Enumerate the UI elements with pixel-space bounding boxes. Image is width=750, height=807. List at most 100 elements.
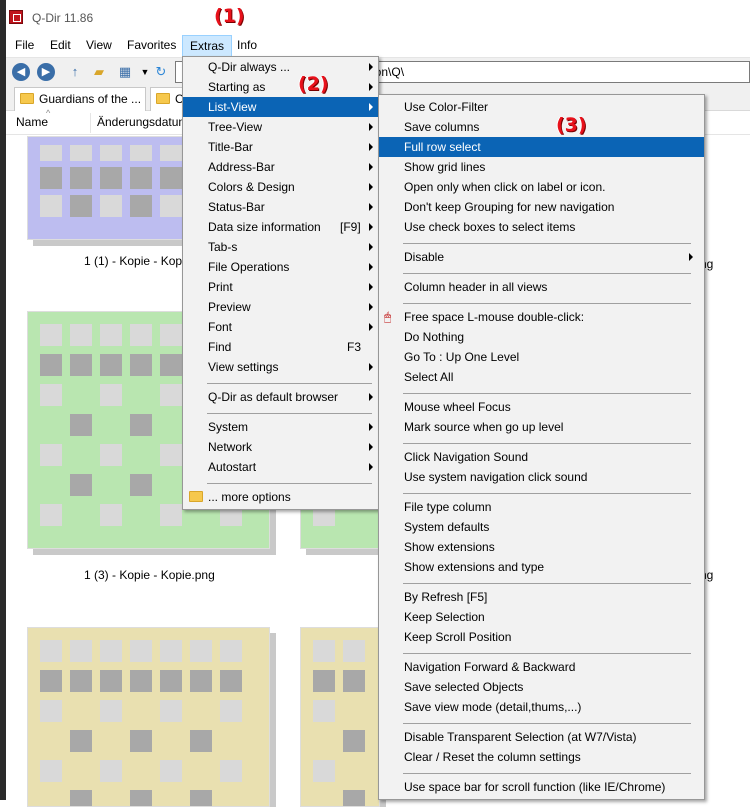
menu-info[interactable]: Info [230, 35, 264, 57]
list-view-submenu: Use Color-Filter Save columns Full row s… [378, 94, 705, 800]
menu-view[interactable]: View [79, 35, 119, 57]
listview-item[interactable]: Show grid lines [379, 157, 704, 177]
listview-item[interactable]: Don't keep Grouping for new navigation [379, 197, 704, 217]
submenu-arrow-icon [369, 443, 373, 451]
extras-item[interactable]: Data size information [F9] [183, 217, 378, 237]
window-title: Q-Dir 11.86 [32, 11, 94, 25]
menu-edit[interactable]: Edit [43, 35, 78, 57]
listview-item[interactable]: By Refresh [F5] [379, 587, 704, 607]
forward-arrow-icon[interactable]: ▶ [37, 63, 55, 81]
listview-item[interactable]: Do Nothing [379, 327, 704, 347]
extras-item[interactable]: Q-Dir as default browser [183, 387, 378, 407]
listview-item[interactable]: Mouse wheel Focus [379, 397, 704, 417]
listview-item[interactable]: Use system navigation click sound [379, 467, 704, 487]
menu-separator [403, 393, 691, 394]
extras-item[interactable]: Status-Bar [183, 197, 378, 217]
extras-item[interactable]: Starting as [183, 77, 378, 97]
extras-item-more-options[interactable]: ... more options [183, 487, 378, 507]
extras-item[interactable]: Autostart [183, 457, 378, 477]
submenu-arrow-icon [369, 223, 373, 231]
menu-extras[interactable]: Extras [182, 35, 233, 57]
sort-caret-icon: ^ [46, 108, 51, 118]
listview-item[interactable]: System defaults [379, 517, 704, 537]
listview-item[interactable]: Disable Transparent Selection (at W7/Vis… [379, 727, 704, 747]
submenu-arrow-icon [369, 143, 373, 151]
listview-item[interactable]: Navigation Forward & Backward [379, 657, 704, 677]
file-thumbnail[interactable] [27, 627, 270, 807]
view-mode-icon[interactable]: ▦ [116, 63, 134, 81]
listview-item[interactable]: Use space bar for scroll function (like … [379, 777, 704, 797]
file-label[interactable]: 1 (1) - Kopie - Kopi [84, 254, 185, 268]
column-date[interactable]: Änderungsdatum [97, 115, 188, 129]
menu-favorites[interactable]: Favorites [120, 35, 183, 57]
extras-item[interactable]: Print [183, 277, 378, 297]
extras-item[interactable]: Q-Dir always ... [183, 57, 378, 77]
submenu-arrow-icon [369, 303, 373, 311]
listview-item[interactable]: File type column [379, 497, 704, 517]
menu-bar: File Edit View Favorites Extras Info [0, 35, 750, 57]
listview-item[interactable]: Column header in all views [379, 277, 704, 297]
listview-item[interactable]: Keep Scroll Position [379, 627, 704, 647]
tab-guardians[interactable]: Guardians of the ... [14, 87, 146, 111]
menu-separator [207, 383, 372, 384]
folder-icon [20, 93, 34, 104]
submenu-arrow-icon [369, 123, 373, 131]
listview-item[interactable]: Keep Selection [379, 607, 704, 627]
back-arrow-icon[interactable]: ◀ [12, 63, 30, 81]
extras-item[interactable]: File Operations [183, 257, 378, 277]
refresh-icon[interactable]: ↻ [152, 63, 170, 81]
window-left-border [0, 0, 6, 800]
tab-label: Guardians of the ... [39, 92, 142, 106]
listview-item[interactable]: Open only when click on label or icon. [379, 177, 704, 197]
menu-separator [403, 583, 691, 584]
submenu-arrow-icon [369, 423, 373, 431]
mouse-icon: 🖱 [384, 310, 392, 324]
title-bar: Q-Dir 11.86 [0, 0, 750, 35]
listview-item[interactable]: Mark source when go up level [379, 417, 704, 437]
menu-file[interactable]: File [8, 35, 41, 57]
listview-item-full-row-select[interactable]: Full row select [379, 137, 704, 157]
menu-separator [207, 413, 372, 414]
annotation-step-3: (3) [556, 114, 587, 136]
listview-item[interactable]: Use check boxes to select items [379, 217, 704, 237]
submenu-arrow-icon [369, 163, 373, 171]
listview-item[interactable]: Save columns [379, 117, 704, 137]
submenu-arrow-icon [369, 263, 373, 271]
listview-item[interactable]: Clear / Reset the column settings [379, 747, 704, 767]
extras-item[interactable]: Address-Bar [183, 157, 378, 177]
extras-item[interactable]: System [183, 417, 378, 437]
file-thumbnail[interactable] [300, 627, 380, 807]
listview-item[interactable]: Use Color-Filter [379, 97, 704, 117]
extras-item[interactable]: Title-Bar [183, 137, 378, 157]
listview-item-disable[interactable]: Disable [379, 247, 704, 267]
listview-item[interactable]: Select All [379, 367, 704, 387]
listview-item[interactable]: Click Navigation Sound [379, 447, 704, 467]
thumbnail-image [301, 628, 379, 806]
extras-item[interactable]: Find F3 [183, 337, 378, 357]
extras-item[interactable]: Font [183, 317, 378, 337]
submenu-arrow-icon [369, 323, 373, 331]
submenu-arrow-icon [689, 253, 693, 261]
extras-item[interactable]: Colors & Design [183, 177, 378, 197]
up-folder-icon[interactable]: ↑ [66, 63, 84, 81]
extras-item[interactable]: Preview [183, 297, 378, 317]
thumbnail-image [28, 628, 269, 806]
extras-item[interactable]: Tab-s [183, 237, 378, 257]
menu-separator [403, 243, 691, 244]
extras-item-list-view[interactable]: List-View [183, 97, 378, 117]
submenu-arrow-icon [369, 463, 373, 471]
listview-item[interactable]: Show extensions [379, 537, 704, 557]
submenu-arrow-icon [369, 103, 373, 111]
extras-item[interactable]: Network [183, 437, 378, 457]
annotation-step-2: (2) [298, 73, 329, 95]
extras-item[interactable]: Tree-View [183, 117, 378, 137]
listview-item[interactable]: Save selected Objects [379, 677, 704, 697]
column-separator[interactable] [90, 113, 91, 133]
listview-item[interactable]: Save view mode (detail,thums,...) [379, 697, 704, 717]
file-label[interactable]: 1 (3) - Kopie - Kopie.png [84, 568, 215, 582]
new-folder-icon[interactable]: ▰ [90, 63, 108, 81]
extras-item[interactable]: View settings [183, 357, 378, 377]
listview-item[interactable]: Go To : Up One Level [379, 347, 704, 367]
listview-item[interactable]: Show extensions and type [379, 557, 704, 577]
column-name[interactable]: Name [16, 115, 48, 129]
